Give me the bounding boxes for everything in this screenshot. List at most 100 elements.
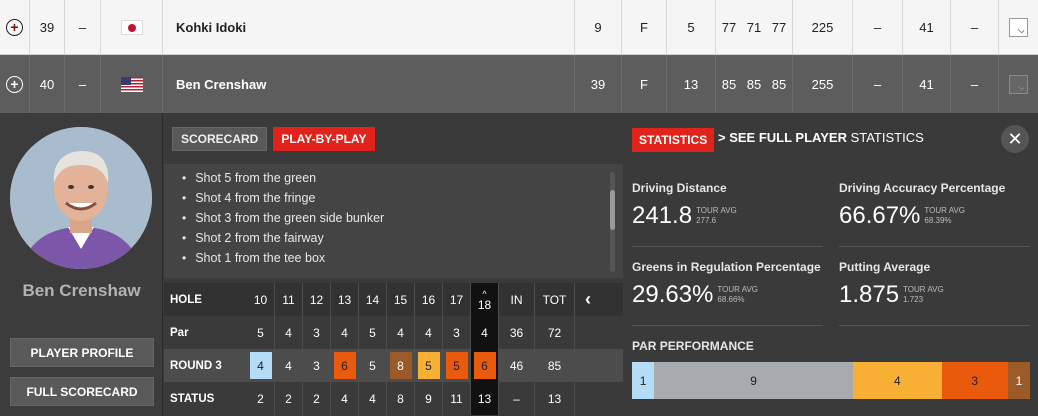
today-cell: 5 [667, 0, 716, 54]
chevron-left-icon[interactable]: ‹ [575, 283, 601, 316]
par-performance-segment: 9 [654, 362, 854, 399]
player-name-link[interactable]: Kohki Idoki [163, 0, 575, 54]
par-cell: 3 [303, 316, 331, 349]
par-performance-bar: 19431 [632, 362, 1030, 399]
position-cell: 39 [30, 0, 65, 54]
hole-cell: 10 [247, 283, 275, 316]
tour-avg-value: 68.66% [717, 295, 745, 304]
par-tot-cell: 72 [535, 316, 575, 349]
par-cell: 4 [415, 316, 443, 349]
divider [839, 325, 1030, 326]
movement-cell: – [65, 55, 101, 113]
status-cell: 9 [415, 382, 443, 415]
round1-cell: 85 [721, 76, 737, 92]
player-name-link[interactable]: Ben Crenshaw [163, 55, 575, 113]
score-cell: 4 [249, 352, 272, 379]
checkbox-icon [1009, 17, 1028, 37]
expand-button[interactable]: + [0, 0, 30, 54]
status-cell: 4 [359, 382, 387, 415]
movement-cell: – [65, 0, 101, 54]
hole-cell: 11 [275, 283, 303, 316]
par-performance-segment: 3 [941, 362, 1008, 399]
par-cell: 3 [443, 316, 471, 349]
player-card: Ben Crenshaw PLAYER PROFILE FULL SCORECA… [0, 113, 163, 416]
status-cell: 2 [303, 382, 331, 415]
round2-cell: 85 [746, 76, 762, 92]
player-profile-button[interactable]: PLAYER PROFILE [10, 338, 154, 367]
current-hole-cell[interactable]: ^ 18 [471, 283, 499, 316]
shot-item: Shot 1 from the tee box [182, 248, 623, 268]
country-cell [101, 55, 163, 113]
usa-flag-icon [120, 76, 143, 92]
leaderboard-row-expanded[interactable]: + 40 – Ben Crenshaw 39 F 13 85 85 85 255… [0, 55, 1038, 113]
stat-title: Putting Average [839, 260, 931, 274]
see-full-statistics-link[interactable]: > SEE FULL PLAYER STATISTICS [718, 130, 924, 145]
shot-item: Shot 4 from the fringe [182, 188, 623, 208]
thru-cell: F [622, 55, 667, 113]
par-cell: 4 [387, 316, 415, 349]
round-in-cell: 46 [499, 349, 535, 382]
shot-item: Shot 3 from the green side bunker [182, 208, 623, 228]
round-label: ROUND 3 [170, 359, 222, 372]
scrollbar-thumb[interactable] [610, 190, 615, 230]
stat-value: 241.8 [632, 202, 693, 229]
select-checkbox[interactable] [999, 55, 1038, 113]
score-cell: 5 [417, 352, 440, 379]
play-by-play-list[interactable]: Shot 5 from the green Shot 4 from the fr… [164, 164, 623, 278]
full-scorecard-button[interactable]: FULL SCORECARD [10, 377, 154, 406]
par-performance-title: PAR PERFORMANCE [632, 339, 754, 353]
score-cell: 6 [333, 352, 356, 379]
stat-greens-in-regulation: Greens in Regulation Percentage 29.63% TO… [632, 260, 822, 307]
link-prefix: > SEE FULL PLAYER [718, 130, 847, 145]
player-detail-panel: Ben Crenshaw PLAYER PROFILE FULL SCORECA… [0, 113, 1038, 416]
scrollbar[interactable] [610, 172, 615, 272]
stat-title: Driving Accuracy Percentage [839, 181, 1006, 195]
round1-cell: 77 [721, 19, 737, 35]
par-label: Par [170, 326, 189, 339]
round3-cell: 85 [766, 55, 793, 113]
par-performance-segment: 1 [1007, 362, 1030, 399]
checkbox-icon [1009, 74, 1028, 94]
tour-avg-label: TOUR AVG [717, 285, 759, 294]
par-in-cell: 36 [499, 316, 535, 349]
total-cell: 255 [793, 55, 853, 113]
hole-label: HOLE [170, 293, 202, 306]
stat-cell: 41 [903, 0, 951, 54]
to-par-cell: 9 [575, 0, 622, 54]
tab-statistics[interactable]: STATISTICS [632, 128, 715, 152]
to-par-cell: 39 [575, 55, 622, 113]
par-cell: 4 [471, 316, 499, 349]
position-cell: 40 [30, 55, 65, 113]
player-photo-icon [10, 127, 152, 269]
status-cell: 2 [247, 382, 275, 415]
player-name-heading: Ben Crenshaw [22, 281, 141, 300]
hole-cell: 16 [415, 283, 443, 316]
tour-avg-label: TOUR AVG [696, 206, 737, 215]
par-cell: 5 [247, 316, 275, 349]
today-cell: 13 [667, 55, 716, 113]
par-cell: 4 [331, 316, 359, 349]
hole-number: 18 [477, 297, 492, 312]
stat-cell: – [853, 0, 903, 54]
stat-driving-distance: Driving Distance 241.8 TOUR AVG 277.6 [632, 181, 822, 228]
thru-cell: F [622, 0, 667, 54]
score-cell: 6 [473, 352, 496, 379]
select-checkbox[interactable] [999, 0, 1038, 54]
leaderboard-row[interactable]: + 39 – Kohki Idoki 9 F 5 77 71 77 225 – … [0, 0, 1038, 55]
stat-driving-accuracy: Driving Accuracy Percentage 66.67% TOUR A… [839, 181, 1029, 228]
score-cell: 4 [285, 358, 292, 373]
hole-cell: 13 [331, 283, 359, 316]
close-icon[interactable]: ✕ [1001, 125, 1029, 153]
status-cell: 13 [471, 382, 499, 415]
tab-play-by-play[interactable]: PLAY-BY-PLAY [273, 127, 375, 151]
divider [632, 325, 823, 326]
stat-cell: – [951, 55, 999, 113]
par-performance-segment: 1 [632, 362, 655, 399]
hole-cell: 14 [359, 283, 387, 316]
round2-cell: 71 [746, 19, 762, 35]
plus-icon: + [6, 18, 23, 36]
tab-scorecard[interactable]: SCORECARD [172, 127, 268, 151]
hole-cell: 15 [387, 283, 415, 316]
stat-value: 66.67% [839, 202, 921, 229]
collapse-button[interactable]: + [0, 55, 30, 113]
